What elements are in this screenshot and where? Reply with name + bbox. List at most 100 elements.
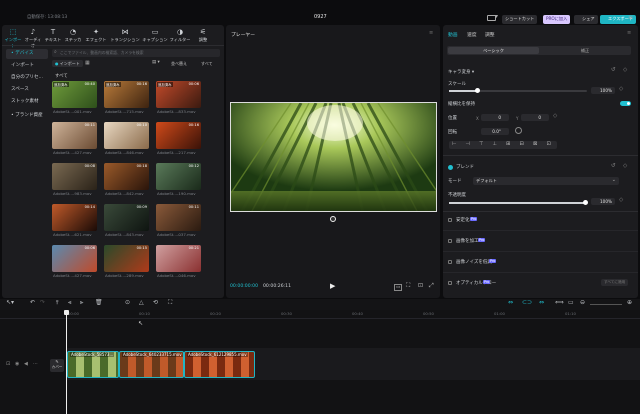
media-thumbnail[interactable]: 00:11 [52,122,97,149]
subtab-correction[interactable]: 補正 [540,47,630,54]
scale-slider-knob[interactable] [475,88,480,93]
tab-video[interactable]: 動画 [448,31,458,38]
hide-icon[interactable]: ◉ [15,361,19,367]
mode-select[interactable]: デフォルト ⌄ [473,177,619,185]
timeline-ruler[interactable]: 00:00 00:10 00:20 00:30 00:40 00:50 01:00 01:10 [66,310,640,318]
props-menu-icon[interactable]: ≡ [627,30,631,36]
section-transform[interactable]: キャラ変身 ▾ [448,69,474,75]
snap-icon[interactable]: ⇔ [539,299,544,306]
timeline-clip[interactable]: AdobeStock_640233715.mov [119,351,184,378]
media-thumbnail[interactable]: 00:15 [104,245,149,272]
opacity-slider[interactable] [449,200,588,205]
tab-adjust[interactable]: 調整 [485,31,495,38]
zoom-in-icon[interactable]: ⊕ [627,299,632,306]
align-bottom-icon[interactable]: ⊟ [520,141,524,147]
player-menu-icon[interactable]: ≡ [429,30,433,36]
view-toggle[interactable]: ▤ ▾ [152,60,160,65]
delete-icon[interactable]: 🗑 [95,299,103,306]
sidebar-item-presets[interactable]: 自分のプリセ... [6,73,48,83]
subtab-basic[interactable]: ベーシック [448,47,539,54]
media-thumbnail[interactable]: 00:08 [52,163,97,190]
stabilize-checkbox[interactable] [448,218,452,222]
y-field[interactable]: 0 [521,114,549,121]
reset-icon[interactable]: ↺ [611,67,616,73]
media-thumbnail[interactable]: 00:40 追加済み [52,81,97,108]
cover-button[interactable]: ✎ カバー [50,359,64,372]
x-field[interactable]: 0 [481,114,509,121]
opacity-slider-knob[interactable] [583,200,588,205]
align-center-v-icon[interactable]: ⊞ [506,141,510,147]
split-left-icon[interactable]: ⫷ [68,299,71,307]
grid-view-icon[interactable]: ▦ [85,60,90,66]
enhance-label[interactable]: 画像を加工 [456,238,479,244]
media-thumbnail[interactable]: 00:16 追加済み [104,81,149,108]
rotate-handle-icon[interactable] [330,216,336,222]
scale-value[interactable]: 100% [591,87,615,94]
keyframe-icon[interactable]: ◇ [623,67,627,73]
magnet-icon[interactable]: ⊂⊃ [522,299,532,306]
align-top-icon[interactable]: ⊥ [493,141,497,147]
denoise-label[interactable]: 画像ノイズを低減 [456,259,492,265]
media-thumbnail[interactable]: 00:06 追加済み [156,81,201,108]
align-right-icon[interactable]: ⊤ [479,141,483,147]
split-right-icon[interactable]: ⫸ [80,299,83,307]
rotate-dial-icon[interactable] [515,127,522,134]
opacity-value[interactable]: 100% [591,198,615,205]
sidebar-item-space[interactable]: スペース [6,85,48,95]
media-thumbnail[interactable]: 00:12 [156,163,201,190]
mute-icon[interactable]: ◀ [24,361,28,367]
distribute-icon[interactable]: ⊠ [533,141,537,147]
video-preview[interactable] [230,102,437,212]
split-view-icon[interactable]: ⟺ [555,299,564,306]
media-thumbnail[interactable]: 00:16 [156,122,201,149]
blend-keyframe-icon[interactable]: ◇ [623,163,627,169]
split-icon[interactable]: ⫯ [56,299,59,307]
apply-all-button[interactable]: すべてに適用 [601,279,629,286]
freeze-icon[interactable]: ⊙ [125,299,130,306]
preview-icon[interactable]: ▭ [568,299,574,306]
zoom-out-icon[interactable]: ⊖ [580,299,585,306]
rotate-field[interactable]: 0.0° [481,128,509,135]
share-button[interactable]: シェア [574,15,598,24]
timeline-clip[interactable]: AdobeStock_58573... [67,351,119,378]
optical-label[interactable]: オプティカルフロー [456,280,496,286]
track-more-icon[interactable]: ⋯ [33,361,38,367]
media-thumbnail[interactable]: 00:21 [156,245,201,272]
align-left-icon[interactable]: ⊢ [452,141,456,147]
shortcut-button[interactable]: ショートカット [502,15,538,24]
fit-icon[interactable]: ⊡ [547,141,551,147]
media-thumbnail[interactable]: 00:14 [52,204,97,231]
media-search[interactable]: ⌕ ここでファイル、動画内の検索語、カメラを検索 [52,49,220,57]
sidebar-item-import[interactable]: インポート [6,61,48,71]
toolbar-sticker[interactable]: ◔ステッカー [64,29,82,49]
toolbar-effect[interactable]: ✦ エフェクト [84,29,108,43]
enhance-checkbox[interactable] [448,239,452,243]
scale-keyframe-icon[interactable]: ◇ [619,86,623,92]
media-thumbnail[interactable]: 00:10 [104,122,149,149]
fullscreen-icon[interactable]: ⤢ [429,282,434,290]
scale-slider[interactable] [449,88,587,93]
media-thumbnail[interactable]: 00:06 [52,245,97,272]
sort-button[interactable]: 並べ替え [171,61,187,67]
denoise-checkbox[interactable] [448,260,452,264]
opacity-keyframe-icon[interactable]: ◇ [619,197,623,203]
toolbar-transition[interactable]: ⋈ トランジション [110,29,140,43]
lock-icon[interactable]: ⊡ [6,361,10,367]
align-center-h-icon[interactable]: ⊣ [466,141,470,147]
optical-flow-checkbox[interactable] [448,281,452,285]
blend-label[interactable]: ブレンド [456,164,474,170]
zoom-fit-icon[interactable]: ⊡ [418,282,423,289]
stabilize-label[interactable]: 安定化 [456,217,470,223]
position-keyframe-icon[interactable]: ◇ [553,113,557,119]
pro-button[interactable]: PROに加入 [543,15,571,24]
export-settings-icon[interactable]: ▾ [495,13,498,20]
redo-icon[interactable]: ↷ [40,299,45,306]
sidebar-item-device[interactable]: • デバイス [6,49,48,59]
timeline-clip[interactable]: AdobeStock_612129855.mov [184,351,255,378]
project-title[interactable]: 0927 [314,14,327,20]
mirror-icon[interactable]: ⟲ [153,299,158,306]
media-thumbnail[interactable]: 00:18 [104,163,149,190]
playhead-handle[interactable] [64,310,69,315]
menu-icon[interactable]: ≡ [628,14,633,21]
toolbar-text[interactable]: T テキスト [44,29,62,43]
